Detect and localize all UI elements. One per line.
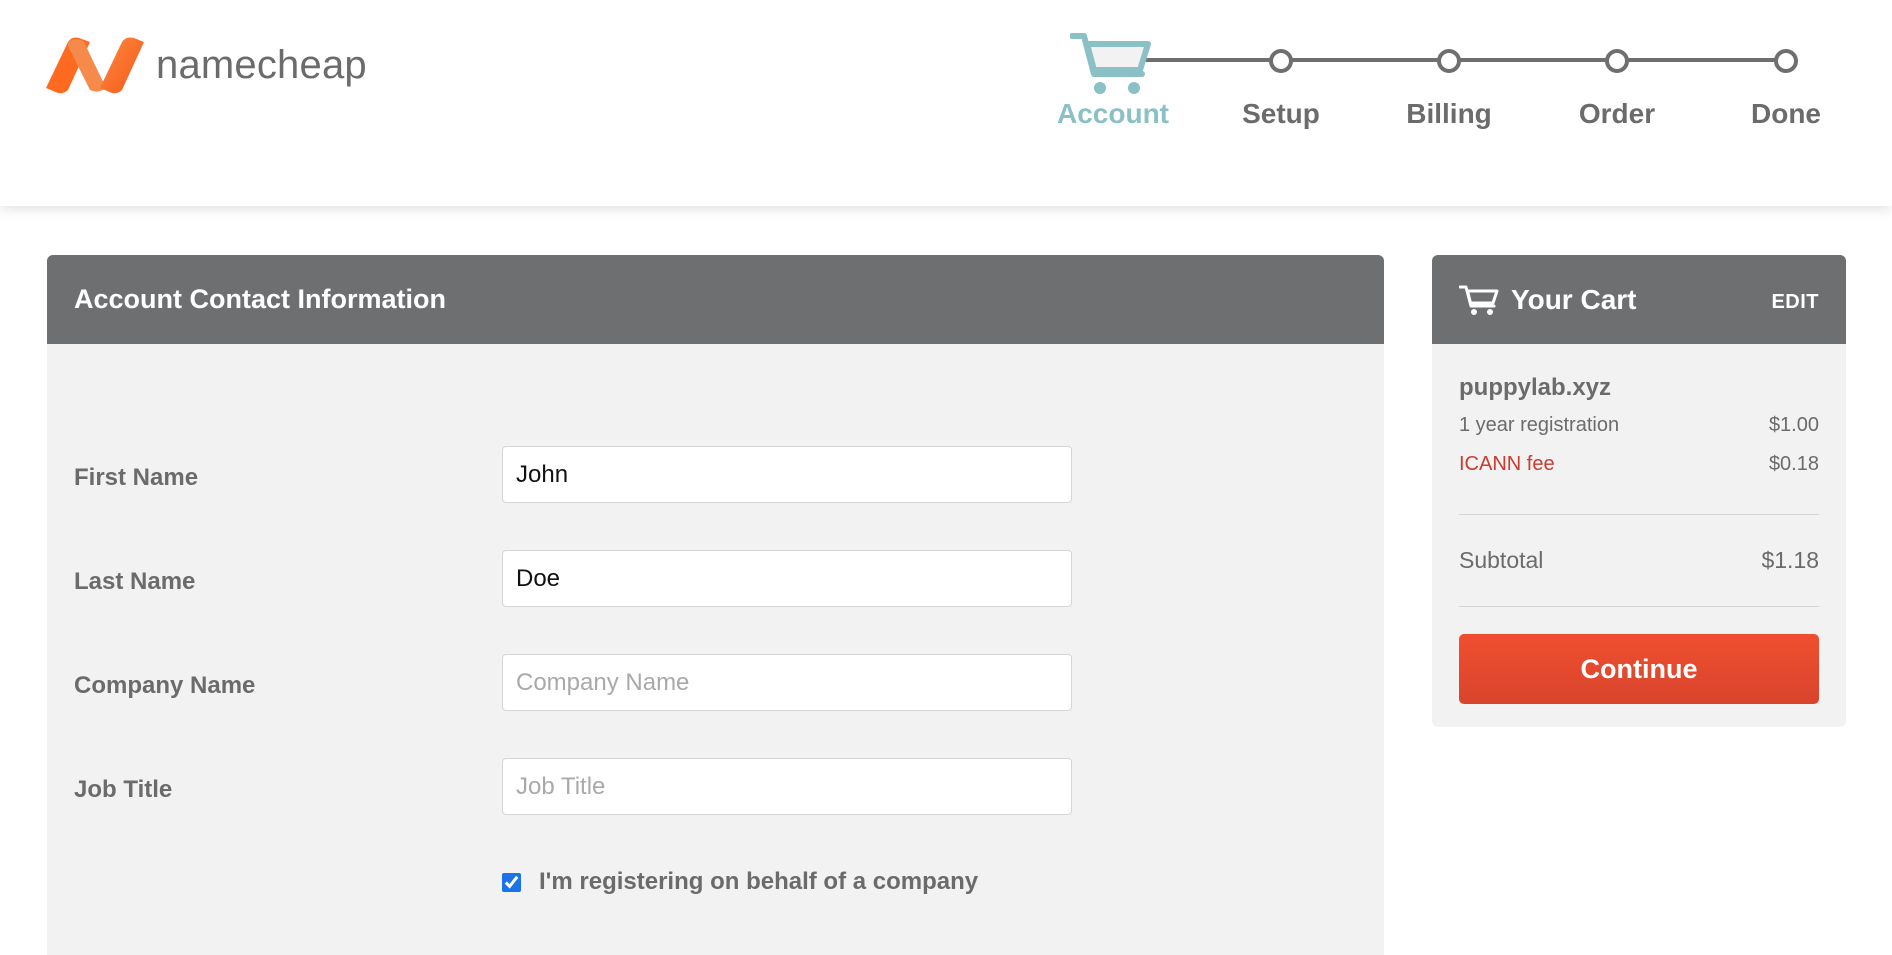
cart-subtotal-row: Subtotal $1.18 <box>1459 547 1819 574</box>
subtotal-label: Subtotal <box>1459 547 1544 573</box>
cart-domain-name: puppylab.xyz <box>1459 374 1612 401</box>
your-cart-panel: Your Cart EDIT puppylab.xyz 1 year regis… <box>1432 255 1846 727</box>
step-billing-label: Billing <box>1406 98 1492 129</box>
namecheap-logo[interactable]: namecheap <box>46 36 367 94</box>
first-name-label: First Name <box>74 464 199 491</box>
first-name-row: First Name <box>47 446 1384 504</box>
step-billing-dot <box>1437 49 1461 73</box>
stepper-line <box>1140 58 1786 62</box>
cart-line-label: 1 year registration <box>1459 414 1620 436</box>
step-setup-dot <box>1269 49 1293 73</box>
last-name-label: Last Name <box>74 568 196 595</box>
company-name-row: Company Name <box>47 654 1384 712</box>
step-done-label: Done <box>1751 98 1821 129</box>
namecheap-logo-icon <box>46 37 144 94</box>
step-account-cart-icon <box>1069 30 1152 101</box>
company-checkbox-label: I'm registering on behalf of a company <box>539 868 979 895</box>
step-setup-label: Setup <box>1242 98 1320 129</box>
cart-line-amount: $1.00 <box>1768 414 1819 436</box>
panel-title: Account Contact Information <box>74 284 446 314</box>
cart-edit-link[interactable]: EDIT <box>1771 291 1819 314</box>
cart-line-registration: 1 year registration $1.00 <box>1459 414 1819 437</box>
cart-header-icon <box>1459 285 1499 315</box>
account-contact-panel: Account Contact Information First Name L… <box>47 255 1384 955</box>
panel-header: Account Contact Information <box>47 255 1384 344</box>
step-order-dot <box>1605 49 1629 73</box>
last-name-input[interactable] <box>502 550 1072 607</box>
cart-divider <box>1459 514 1819 515</box>
cart-title: Your Cart <box>1511 283 1637 315</box>
company-checkbox[interactable] <box>502 872 521 892</box>
company-name-input[interactable] <box>502 654 1072 711</box>
cart-line-icann-fee: ICANN fee $0.18 <box>1459 453 1819 476</box>
cart-body: puppylab.xyz 1 year registration $1.00 I… <box>1432 344 1846 704</box>
cart-line-label: ICANN fee <box>1459 453 1555 475</box>
cart-line-amount: $0.18 <box>1768 453 1819 475</box>
first-name-input[interactable] <box>502 446 1072 503</box>
top-header: namecheap Account Setup Billing Order Do… <box>0 0 1892 206</box>
step-account-label: Account <box>1057 98 1169 129</box>
cart-header: Your Cart EDIT <box>1432 255 1846 344</box>
cart-icon <box>1069 33 1151 94</box>
subtotal-amount: $1.18 <box>1761 547 1819 573</box>
logo-wordmark: namecheap <box>156 42 367 87</box>
continue-button[interactable]: Continue <box>1459 634 1819 704</box>
step-done-dot <box>1774 49 1798 73</box>
job-title-input[interactable] <box>502 758 1072 815</box>
checkout-stepper: Account Setup Billing Order Done <box>1040 30 1840 140</box>
job-title-row: Job Title <box>47 758 1384 816</box>
last-name-row: Last Name <box>47 550 1384 608</box>
cart-divider <box>1459 606 1819 607</box>
step-order-label: Order <box>1578 98 1656 129</box>
company-checkbox-row[interactable]: I'm registering on behalf of a company <box>502 868 978 896</box>
company-name-label: Company Name <box>74 672 256 699</box>
job-title-label: Job Title <box>74 776 173 803</box>
